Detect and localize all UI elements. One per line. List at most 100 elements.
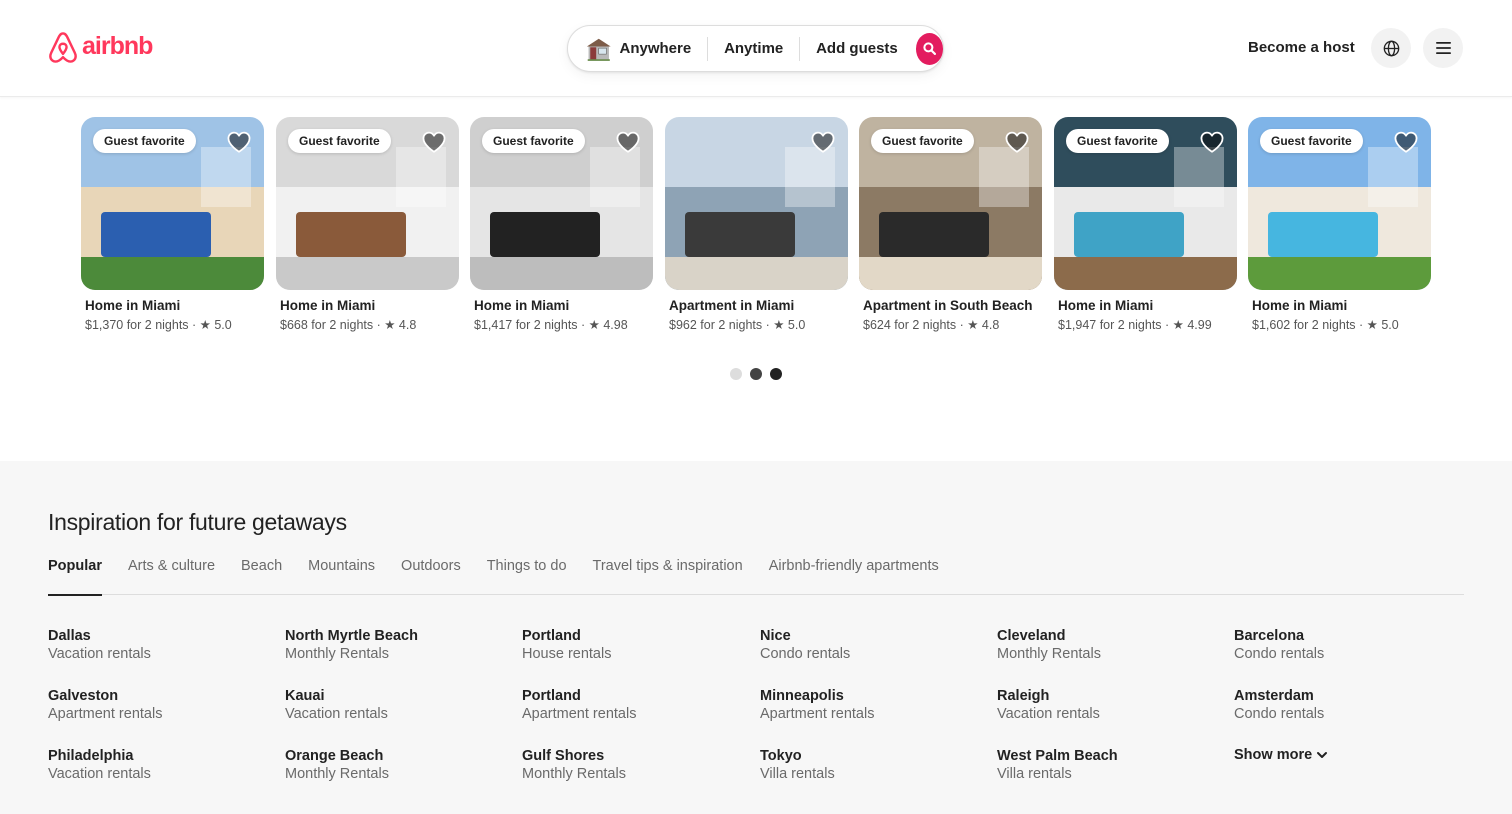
listing-photo[interactable]: Guest favorite <box>1054 117 1237 290</box>
destination-link[interactable]: Galveston Apartment rentals <box>48 687 268 723</box>
airbnb-logo[interactable]: airbnb <box>48 31 153 64</box>
listing-photo[interactable]: Guest favorite <box>1248 117 1431 290</box>
destination-link[interactable]: Tokyo Villa rentals <box>760 747 980 783</box>
listing-price-rating: $1,602 for 2 nights · ★ 5.0 <box>1252 318 1399 332</box>
destination-link[interactable]: Kauai Vacation rentals <box>285 687 505 723</box>
destination-rental-type: Villa rentals <box>997 766 1072 782</box>
search-who[interactable]: Add guests <box>800 40 914 57</box>
top-header: airbnb Anywhere Anytime Add guests Becom… <box>0 0 1512 97</box>
listing-price-rating: $1,947 for 2 nights · ★ 4.99 <box>1058 318 1212 332</box>
tab-popular[interactable]: Popular <box>48 558 102 596</box>
listing-title: Home in Miami <box>474 298 570 313</box>
destination-name: Tokyo <box>760 748 802 764</box>
tab-beach[interactable]: Beach <box>241 558 282 595</box>
listing-card[interactable]: Guest favorite Home in Miami $1,947 for … <box>1054 117 1237 332</box>
show-more-label: Show more <box>1234 747 1313 763</box>
tab-arts-culture[interactable]: Arts & culture <box>128 558 215 595</box>
destination-link[interactable]: Gulf Shores Monthly Rentals <box>522 747 742 783</box>
tab-travel-tips-inspiration[interactable]: Travel tips & inspiration <box>593 558 743 595</box>
destination-rental-type: Vacation rentals <box>997 706 1100 722</box>
listing-photo[interactable] <box>665 117 848 290</box>
destination-link[interactable]: Philadelphia Vacation rentals <box>48 747 268 783</box>
carousel-dot[interactable] <box>730 368 742 380</box>
heart-icon[interactable] <box>226 129 252 155</box>
show-more-button[interactable]: Show more <box>1234 747 1454 763</box>
destination-rental-type: Apartment rentals <box>522 706 637 722</box>
destination-rental-type: Vacation rentals <box>285 706 388 722</box>
destination-name: Galveston <box>48 688 119 704</box>
airbnb-logo-icon <box>49 32 77 63</box>
listing-price-rating: $624 for 2 nights · ★ 4.8 <box>863 318 1000 332</box>
listing-card[interactable]: Guest favorite Home in Miami $1,602 for … <box>1248 117 1431 332</box>
carousel-pagination <box>730 368 782 380</box>
destination-name: Portland <box>522 628 581 644</box>
guest-favorite-badge: Guest favorite <box>1260 129 1363 153</box>
heart-icon[interactable] <box>810 129 836 155</box>
destination-rental-type: Monthly Rentals <box>997 646 1101 662</box>
listing-price-rating: $962 for 2 nights · ★ 5.0 <box>669 318 806 332</box>
heart-icon[interactable] <box>1393 129 1419 155</box>
heart-icon[interactable] <box>421 129 447 155</box>
destination-name: Minneapolis <box>760 688 844 704</box>
destination-name: West Palm Beach <box>997 748 1118 764</box>
brand-wordmark: airbnb <box>82 32 153 60</box>
house-icon <box>586 38 611 61</box>
destination-rental-type: Apartment rentals <box>48 706 163 722</box>
destination-link[interactable]: Cleveland Monthly Rentals <box>997 627 1217 663</box>
guest-favorite-badge: Guest favorite <box>93 129 196 153</box>
tab-mountains[interactable]: Mountains <box>308 558 375 595</box>
listing-photo[interactable]: Guest favorite <box>470 117 653 290</box>
destination-link[interactable]: Portland House rentals <box>522 627 742 663</box>
listing-photo[interactable]: Guest favorite <box>276 117 459 290</box>
destination-name: Gulf Shores <box>522 748 605 764</box>
guest-favorite-badge: Guest favorite <box>871 129 974 153</box>
listing-card[interactable]: Guest favorite Home in Miami $1,417 for … <box>470 117 653 332</box>
heart-icon[interactable] <box>615 129 641 155</box>
destination-name: Philadelphia <box>48 748 134 764</box>
tab-airbnb-friendly-apartments[interactable]: Airbnb-friendly apartments <box>769 558 939 595</box>
destination-link[interactable]: Barcelona Condo rentals <box>1234 627 1454 663</box>
listing-card[interactable]: Guest favorite Apartment in South Beach … <box>859 117 1042 332</box>
destination-link[interactable]: North Myrtle Beach Monthly Rentals <box>285 627 505 663</box>
search-where[interactable]: Anywhere <box>620 40 708 57</box>
tab-outdoors[interactable]: Outdoors <box>401 558 461 595</box>
heart-icon[interactable] <box>1199 129 1225 155</box>
destination-name: Dallas <box>48 628 91 644</box>
destination-link[interactable]: Portland Apartment rentals <box>522 687 742 723</box>
carousel-dot-active[interactable] <box>770 368 782 380</box>
destination-rental-type: Condo rentals <box>1234 706 1325 722</box>
tab-things-to-do[interactable]: Things to do <box>487 558 567 595</box>
destination-rental-type: Monthly Rentals <box>285 646 389 662</box>
destination-name: Portland <box>522 688 581 704</box>
become-host-link[interactable]: Become a host <box>1236 36 1367 60</box>
heart-icon[interactable] <box>1004 129 1030 155</box>
destination-link[interactable]: West Palm Beach Villa rentals <box>997 747 1217 783</box>
destination-link[interactable]: Dallas Vacation rentals <box>48 627 268 663</box>
destination-link[interactable]: Minneapolis Apartment rentals <box>760 687 980 723</box>
listing-price-rating: $668 for 2 nights · ★ 4.8 <box>280 318 417 332</box>
destination-name: North Myrtle Beach <box>285 628 418 644</box>
search-bar[interactable]: Anywhere Anytime Add guests <box>567 25 944 72</box>
language-button[interactable] <box>1371 28 1411 68</box>
listing-card[interactable]: Guest favorite Home in Miami $1,370 for … <box>81 117 264 332</box>
carousel-dot[interactable] <box>750 368 762 380</box>
listing-price-rating: $1,417 for 2 nights · ★ 4.98 <box>474 318 628 332</box>
destination-rental-type: Monthly Rentals <box>522 766 626 782</box>
destination-rental-type: Condo rentals <box>1234 646 1325 662</box>
listing-card[interactable]: Apartment in Miami $962 for 2 nights · ★… <box>665 117 848 332</box>
main-menu-button[interactable] <box>1423 28 1463 68</box>
destination-name: Raleigh <box>997 688 1050 704</box>
destination-link[interactable]: Raleigh Vacation rentals <box>997 687 1217 723</box>
listing-title: Apartment in Miami <box>669 298 795 313</box>
destination-link[interactable]: Nice Condo rentals <box>760 627 980 663</box>
destination-rental-type: Condo rentals <box>760 646 851 662</box>
listing-card[interactable]: Guest favorite Home in Miami $668 for 2 … <box>276 117 459 332</box>
listing-photo[interactable]: Guest favorite <box>859 117 1042 290</box>
destination-link[interactable]: Orange Beach Monthly Rentals <box>285 747 505 783</box>
search-icon <box>923 42 936 55</box>
listing-photo[interactable]: Guest favorite <box>81 117 264 290</box>
listing-title: Apartment in South Beach <box>863 298 1033 313</box>
destination-link[interactable]: Amsterdam Condo rentals <box>1234 687 1454 723</box>
search-button[interactable] <box>915 32 943 65</box>
search-when[interactable]: Anytime <box>708 40 799 57</box>
